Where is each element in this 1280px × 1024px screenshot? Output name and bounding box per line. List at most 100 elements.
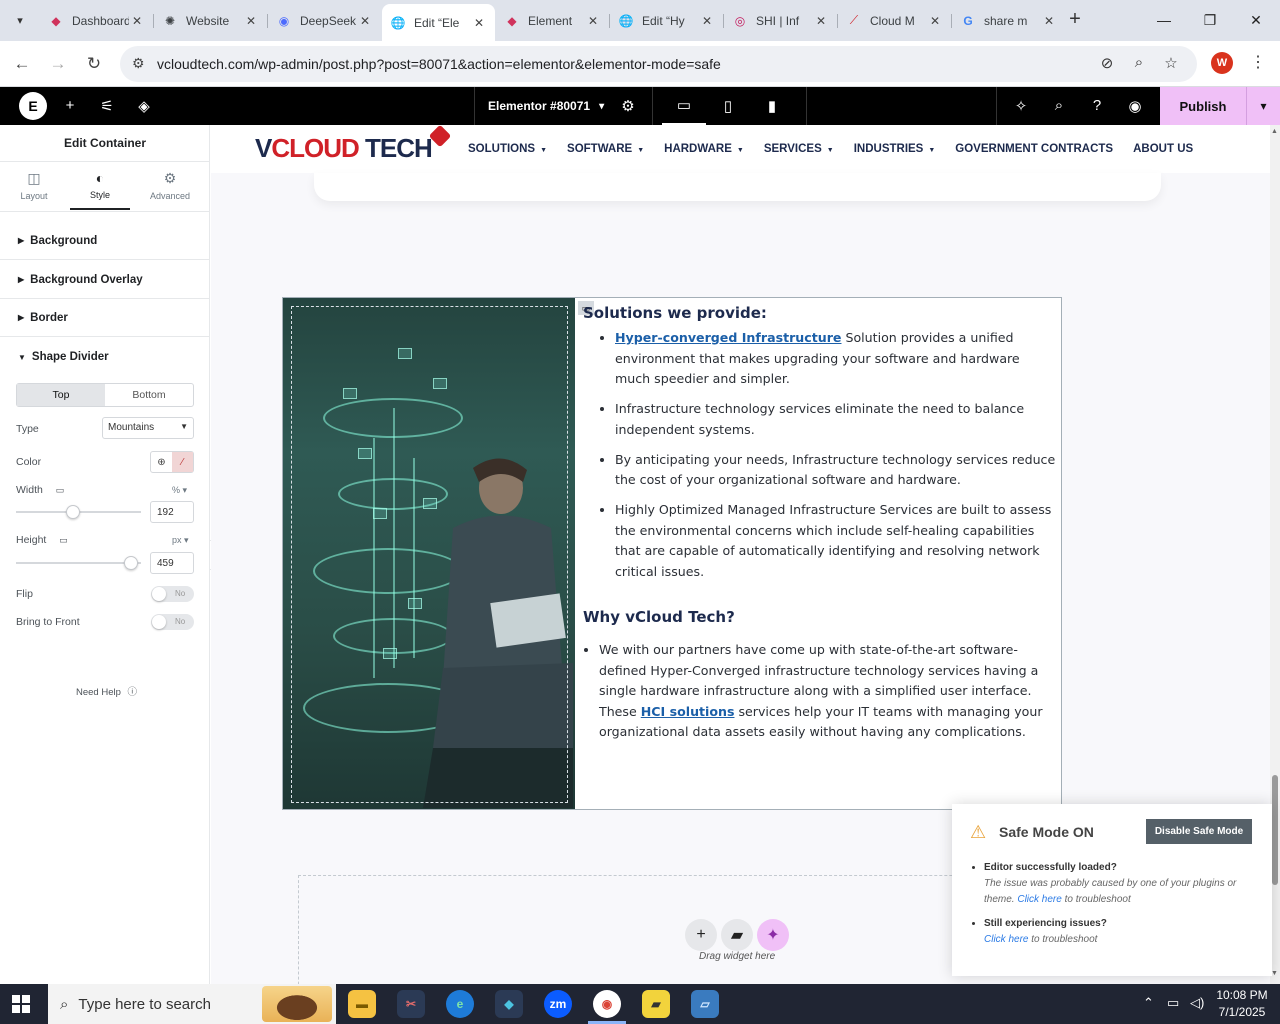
mobile-view-icon[interactable]: ▮ <box>750 87 794 125</box>
browser-tab[interactable]: ✺ Website ✕ <box>154 6 267 35</box>
browser-tab[interactable]: ◆ Dashboard ✕ <box>40 6 153 35</box>
address-bar[interactable]: ⚙ vcloudtech.com/wp-admin/post.php?post=… <box>120 46 1197 82</box>
browser-tab-active[interactable]: 🌐 Edit “Ele ✕ <box>382 4 495 41</box>
camera-off-icon[interactable]: ⊘ <box>1097 54 1117 74</box>
new-tab-icon[interactable]: + <box>1064 9 1086 31</box>
global-colors-icon[interactable]: ⊕ <box>151 452 172 472</box>
app-window-icon[interactable]: ▱ <box>691 990 719 1018</box>
height-slider-handle[interactable] <box>124 556 138 570</box>
troubleshoot-link[interactable]: Click here <box>984 934 1028 945</box>
scroll-up-icon[interactable]: ▲ <box>1271 128 1278 135</box>
url-text[interactable]: vcloudtech.com/wp-admin/post.php?post=80… <box>157 56 721 72</box>
height-input[interactable]: 459 <box>150 552 194 574</box>
restore-icon[interactable]: ❐ <box>1187 0 1233 40</box>
network-icon[interactable]: ▭ <box>1167 995 1179 1011</box>
tab-style[interactable]: ◐ Style <box>70 162 130 210</box>
add-section-icon[interactable]: + <box>685 919 717 951</box>
type-select[interactable]: Mountains ▼ <box>102 417 194 439</box>
width-input[interactable]: 192 <box>150 501 194 523</box>
desktop-view-icon[interactable]: ▭ <box>662 87 706 125</box>
browser-tab[interactable]: ⟋ Cloud M ✕ <box>838 6 951 35</box>
nav-item-services[interactable]: SERVICES ▼ <box>764 143 834 155</box>
close-icon[interactable]: ✕ <box>129 13 145 29</box>
bring-to-front-toggle[interactable]: No <box>151 614 194 630</box>
sticky-notes-icon[interactable]: ▰ <box>642 990 670 1018</box>
publish-button[interactable]: Publish <box>1160 87 1246 125</box>
height-slider-track[interactable] <box>16 562 141 564</box>
color-swatch-icon[interactable]: ⁄ <box>172 452 193 472</box>
nav-item-software[interactable]: SOFTWARE ▼ <box>567 143 644 155</box>
nav-item-solutions[interactable]: SOLUTIONS ▼ <box>468 143 547 155</box>
template-library-icon[interactable]: ▰ <box>721 919 753 951</box>
windows-start-icon[interactable] <box>12 995 30 1013</box>
volume-icon[interactable]: ◁) <box>1190 995 1204 1011</box>
taskbar-clock[interactable]: 10:08 PM 7/1/2025 <box>1214 987 1270 1021</box>
close-icon[interactable]: ✕ <box>243 13 259 29</box>
zoom-app-icon[interactable]: zm <box>544 990 572 1018</box>
browser-tab[interactable]: G share m ✕ <box>952 6 1065 35</box>
close-icon[interactable]: ✕ <box>927 13 943 29</box>
close-icon[interactable]: ✕ <box>699 13 715 29</box>
reload-icon[interactable]: ↻ <box>80 50 108 78</box>
color-picker[interactable]: ⊕ ⁄ <box>150 451 194 473</box>
structure-icon[interactable]: ◈ <box>135 97 153 115</box>
tab-search-icon[interactable]: ▾ <box>8 8 32 32</box>
edge-browser-icon[interactable]: e <box>446 990 474 1018</box>
nav-item-government-contracts[interactable]: GOVERNMENT CONTRACTS <box>955 143 1113 155</box>
site-logo[interactable]: VCLOUD TECH <box>255 133 433 164</box>
browser-tab[interactable]: ◎ SHI | Inf ✕ <box>724 6 837 35</box>
tab-advanced[interactable]: ⚙ Advanced <box>140 162 200 210</box>
hci-link[interactable]: Hyper-converged Infrastructure <box>615 330 841 345</box>
browser-tab[interactable]: ◉ DeepSeek ✕ <box>268 6 381 35</box>
close-icon[interactable]: ✕ <box>471 15 487 31</box>
window-close-icon[interactable]: ✕ <box>1233 0 1279 40</box>
position-bottom-button[interactable]: Bottom <box>105 384 193 406</box>
app-diamond-icon[interactable]: ◆ <box>495 990 523 1018</box>
publish-options-chevron-icon[interactable]: ▾ <box>1246 87 1280 125</box>
section-background-overlay[interactable]: ▶ Background Overlay <box>0 261 210 299</box>
width-unit-select[interactable]: % ▾ <box>172 485 187 496</box>
close-icon[interactable]: ✕ <box>357 13 373 29</box>
help-icon[interactable]: ? <box>1088 97 1106 115</box>
preview-eye-icon[interactable]: ◉ <box>1126 97 1144 115</box>
menu-icon[interactable]: ⋮ <box>1250 52 1266 72</box>
scroll-down-icon[interactable]: ▼ <box>1271 970 1278 977</box>
tablet-view-icon[interactable]: ▯ <box>706 87 750 125</box>
zoom-icon[interactable]: ⌕ <box>1129 54 1149 74</box>
troubleshoot-link[interactable]: Click here <box>1017 894 1061 905</box>
search-icon[interactable]: ⌕ <box>1050 97 1068 115</box>
section-shape-divider[interactable]: ▼ Shape Divider <box>0 338 210 376</box>
back-icon[interactable]: ← <box>8 50 36 78</box>
add-element-icon[interactable]: + <box>61 97 79 115</box>
tab-layout[interactable]: ◫ Layout <box>4 162 64 210</box>
height-unit-select[interactable]: px ▾ <box>172 535 189 546</box>
bookmark-star-icon[interactable]: ☆ <box>1161 54 1181 74</box>
site-settings-icon[interactable]: ⚟ <box>98 97 116 115</box>
hci-solutions-link[interactable]: HCI solutions <box>641 704 735 719</box>
need-help-link[interactable]: Need Help ⓘ <box>76 684 137 698</box>
site-info-icon[interactable]: ⚙ <box>132 55 145 72</box>
minimize-icon[interactable]: — <box>1141 0 1187 40</box>
section-border[interactable]: ▶ Border <box>0 299 210 337</box>
snipping-tool-icon[interactable]: ✂ <box>397 990 425 1018</box>
profile-avatar[interactable]: W <box>1211 52 1233 74</box>
responsive-desktop-icon[interactable]: ▭ <box>59 535 68 545</box>
nav-item-industries[interactable]: INDUSTRIES ▼ <box>854 143 936 155</box>
section-background[interactable]: ▶ Background <box>0 222 210 260</box>
nav-item-hardware[interactable]: HARDWARE ▼ <box>664 143 744 155</box>
close-icon[interactable]: ✕ <box>585 13 601 29</box>
elementor-logo-icon[interactable]: E <box>19 92 47 120</box>
close-icon[interactable]: ✕ <box>1041 13 1057 29</box>
browser-tab[interactable]: 🌐 Edit “Hy ✕ <box>610 6 723 35</box>
position-top-button[interactable]: Top <box>17 384 105 406</box>
chrome-browser-icon[interactable]: ◉ <box>593 990 621 1018</box>
tray-chevron-up-icon[interactable]: ⌃ <box>1143 995 1154 1011</box>
browser-tab[interactable]: ◆ Element ✕ <box>496 6 609 35</box>
page-settings-icon[interactable]: ⚙ <box>619 97 637 115</box>
disable-safe-mode-button[interactable]: Disable Safe Mode <box>1146 819 1252 844</box>
close-icon[interactable]: ✕ <box>813 13 829 29</box>
responsive-desktop-icon[interactable]: ▭ <box>56 485 65 495</box>
flip-toggle[interactable]: No <box>151 586 194 602</box>
forward-icon[interactable]: → <box>44 50 72 78</box>
file-explorer-icon[interactable]: ▬ <box>348 990 376 1018</box>
